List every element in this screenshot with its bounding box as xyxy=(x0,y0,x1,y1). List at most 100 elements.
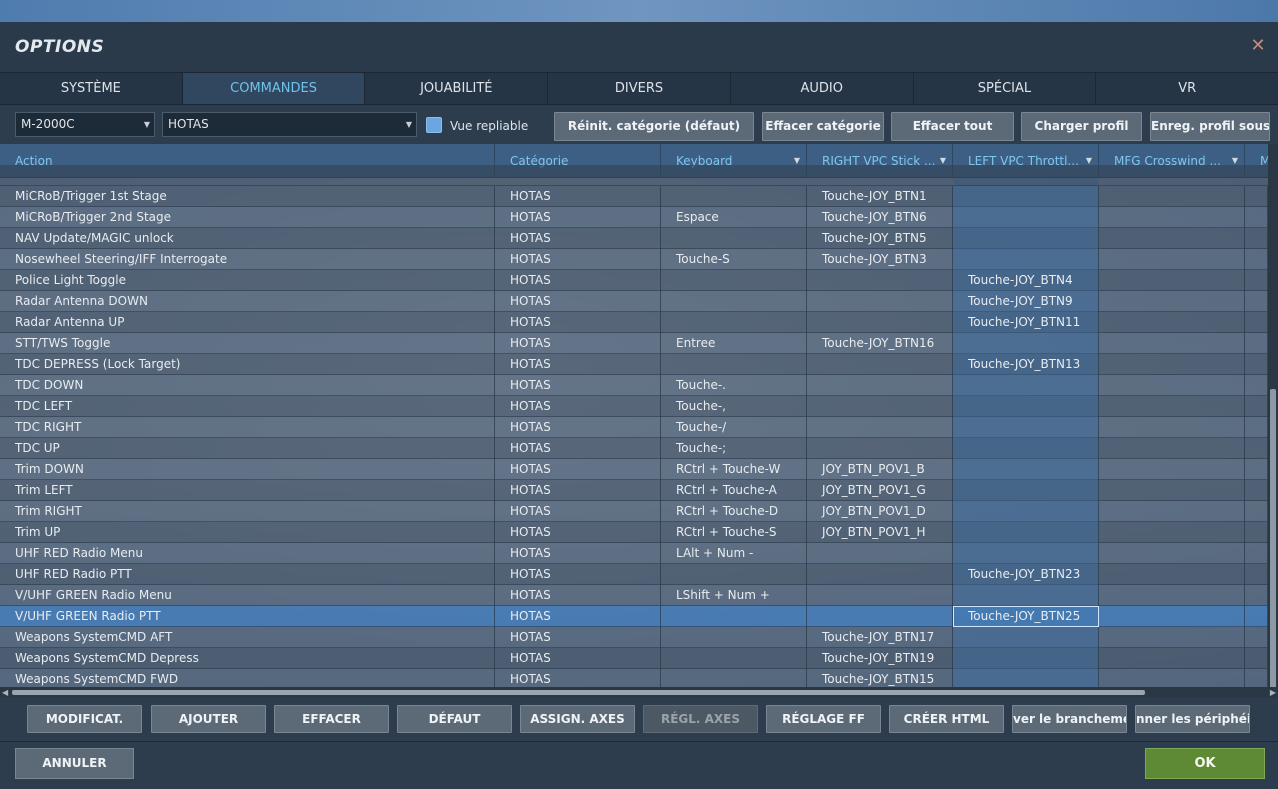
cell-keyboard[interactable] xyxy=(661,186,807,207)
table-row[interactable]: UHF RED Radio PTT HOTAS Touche-JOY_BTN23 xyxy=(0,564,1268,585)
cell-mfg[interactable] xyxy=(1099,459,1245,480)
cell-action[interactable]: Radar Antenna DOWN xyxy=(0,291,495,312)
cell-right-vpc[interactable]: Touche-JOY_BTN1 xyxy=(807,186,953,207)
tab-audio[interactable]: AUDIO xyxy=(731,73,914,104)
tab-commandes[interactable]: COMMANDES xyxy=(182,73,366,104)
cell-category[interactable]: HOTAS xyxy=(495,480,661,501)
clear-binding-button[interactable]: EFFACER xyxy=(274,705,389,733)
reset-category-button[interactable]: Réinit. catégorie (défaut) xyxy=(554,112,754,141)
modify-button[interactable]: MODIFICAT. xyxy=(27,705,142,733)
cell-right-vpc[interactable] xyxy=(807,375,953,396)
cell-left-vpc[interactable] xyxy=(953,522,1099,543)
cell-right-vpc[interactable] xyxy=(807,354,953,375)
cell-keyboard[interactable] xyxy=(661,312,807,333)
cell-category[interactable]: HOTAS xyxy=(495,438,661,459)
cell-mfg[interactable] xyxy=(1099,585,1245,606)
cell-left-vpc[interactable] xyxy=(953,207,1099,228)
cell-mfg[interactable] xyxy=(1099,333,1245,354)
cell-right-vpc[interactable] xyxy=(807,417,953,438)
cell-left-vpc[interactable] xyxy=(953,396,1099,417)
tab-special[interactable]: SPÉCIAL xyxy=(914,73,1097,104)
add-button[interactable]: AJOUTER xyxy=(151,705,266,733)
cell-action[interactable]: TDC DEPRESS (Lock Target) xyxy=(0,354,495,375)
cell-left-vpc[interactable] xyxy=(953,459,1099,480)
cell-keyboard[interactable] xyxy=(661,627,807,648)
horizontal-scroll-thumb[interactable] xyxy=(12,690,1145,695)
table-row[interactable]: TDC UP HOTAS Touche-; xyxy=(0,438,1268,459)
cell-action[interactable]: Trim LEFT xyxy=(0,480,495,501)
cell-extra[interactable] xyxy=(1245,543,1268,564)
cell-right-vpc[interactable]: Touche-JOY_BTN19 xyxy=(807,648,953,669)
cell-right-vpc[interactable] xyxy=(807,270,953,291)
table-row[interactable]: Trim UP HOTAS RCtrl + Touche-S JOY_BTN_POV1… xyxy=(0,522,1268,543)
cell-category[interactable]: HOTAS xyxy=(495,396,661,417)
scroll-left-icon[interactable]: ◀ xyxy=(2,687,8,698)
cell-extra[interactable] xyxy=(1245,396,1268,417)
cell-category[interactable]: HOTAS xyxy=(495,270,661,291)
cell-mfg[interactable] xyxy=(1099,228,1245,249)
tune-axes-button[interactable]: RÉGL. AXES xyxy=(643,705,758,733)
cell-action[interactable]: UHF RED Radio PTT xyxy=(0,564,495,585)
ff-tune-button[interactable]: RÉGLAGE FF xyxy=(766,705,881,733)
table-row[interactable]: V/UHF GREEN Radio PTT HOTAS Touche-JOY_BTN… xyxy=(0,606,1268,627)
cell-category[interactable]: HOTAS xyxy=(495,312,661,333)
cell-category[interactable]: HOTAS xyxy=(495,249,661,270)
cell-mfg[interactable] xyxy=(1099,438,1245,459)
cell-action[interactable]: TDC LEFT xyxy=(0,396,495,417)
cell-right-vpc[interactable]: Touche-JOY_BTN6 xyxy=(807,207,953,228)
cell-left-vpc[interactable] xyxy=(953,249,1099,270)
table-row[interactable]: Radar Antenna UP HOTAS Touche-JOY_BTN11 xyxy=(0,312,1268,333)
cell-left-vpc[interactable]: Touche-JOY_BTN23 xyxy=(953,564,1099,585)
cell-left-vpc[interactable] xyxy=(953,585,1099,606)
cell-extra[interactable] xyxy=(1245,207,1268,228)
cell-mfg[interactable] xyxy=(1099,312,1245,333)
cell-left-vpc[interactable] xyxy=(953,438,1099,459)
default-button[interactable]: DÉFAUT xyxy=(397,705,512,733)
cell-right-vpc[interactable] xyxy=(807,396,953,417)
cell-extra[interactable] xyxy=(1245,480,1268,501)
cell-action[interactable]: V/UHF GREEN Radio PTT xyxy=(0,606,495,627)
cell-mfg[interactable] xyxy=(1099,480,1245,501)
table-row[interactable]: V/UHF GREEN Radio Menu HOTAS LShift + Num … xyxy=(0,585,1268,606)
cell-keyboard[interactable]: RCtrl + Touche-D xyxy=(661,501,807,522)
cell-left-vpc[interactable]: Touche-JOY_BTN25 xyxy=(953,606,1099,627)
cell-keyboard[interactable]: RCtrl + Touche-S xyxy=(661,522,807,543)
cell-mfg[interactable] xyxy=(1099,186,1245,207)
clear-category-button[interactable]: Effacer catégorie xyxy=(762,112,884,141)
cell-extra[interactable] xyxy=(1245,459,1268,480)
hot-plug-button[interactable]: ver le branchement xyxy=(1012,705,1127,733)
cell-keyboard[interactable]: LAlt + Num - xyxy=(661,543,807,564)
create-html-button[interactable]: CRÉER HTML xyxy=(889,705,1004,733)
cell-left-vpc[interactable]: Touche-JOY_BTN13 xyxy=(953,354,1099,375)
close-icon[interactable]: ✕ xyxy=(1248,36,1268,56)
cell-keyboard[interactable]: RCtrl + Touche-A xyxy=(661,480,807,501)
cell-keyboard[interactable]: LShift + Num + xyxy=(661,585,807,606)
cell-category[interactable]: HOTAS xyxy=(495,417,661,438)
cell-right-vpc[interactable] xyxy=(807,438,953,459)
cell-keyboard[interactable] xyxy=(661,228,807,249)
table-row[interactable]: Police Light Toggle HOTAS Touche-JOY_BTN4 xyxy=(0,270,1268,291)
cell-category[interactable]: HOTAS xyxy=(495,543,661,564)
assign-axes-button[interactable]: ASSIGN. AXES xyxy=(520,705,635,733)
cell-mfg[interactable] xyxy=(1099,606,1245,627)
cancel-button[interactable]: ANNULER xyxy=(15,748,134,779)
tab-divers[interactable]: DIVERS xyxy=(548,73,731,104)
cell-category[interactable]: HOTAS xyxy=(495,186,661,207)
cell-right-vpc[interactable] xyxy=(807,606,953,627)
cell-category[interactable]: HOTAS xyxy=(495,564,661,585)
cell-category[interactable]: HOTAS xyxy=(495,501,661,522)
cell-extra[interactable] xyxy=(1245,375,1268,396)
cell-right-vpc[interactable] xyxy=(807,312,953,333)
cell-keyboard[interactable]: Touche-, xyxy=(661,396,807,417)
cell-right-vpc[interactable] xyxy=(807,543,953,564)
cell-category[interactable]: HOTAS xyxy=(495,228,661,249)
horizontal-scrollbar[interactable]: ◀ ▶ xyxy=(0,687,1278,698)
cell-action[interactable]: MiCRoB/Trigger 2nd Stage xyxy=(0,207,495,228)
cell-extra[interactable] xyxy=(1245,585,1268,606)
cell-mfg[interactable] xyxy=(1099,207,1245,228)
cell-category[interactable]: HOTAS xyxy=(495,627,661,648)
aircraft-select[interactable]: M-2000C ▼ xyxy=(15,112,155,137)
cell-right-vpc[interactable]: Touche-JOY_BTN3 xyxy=(807,249,953,270)
cell-category[interactable]: HOTAS xyxy=(495,291,661,312)
table-row[interactable]: TDC DOWN HOTAS Touche-. xyxy=(0,375,1268,396)
